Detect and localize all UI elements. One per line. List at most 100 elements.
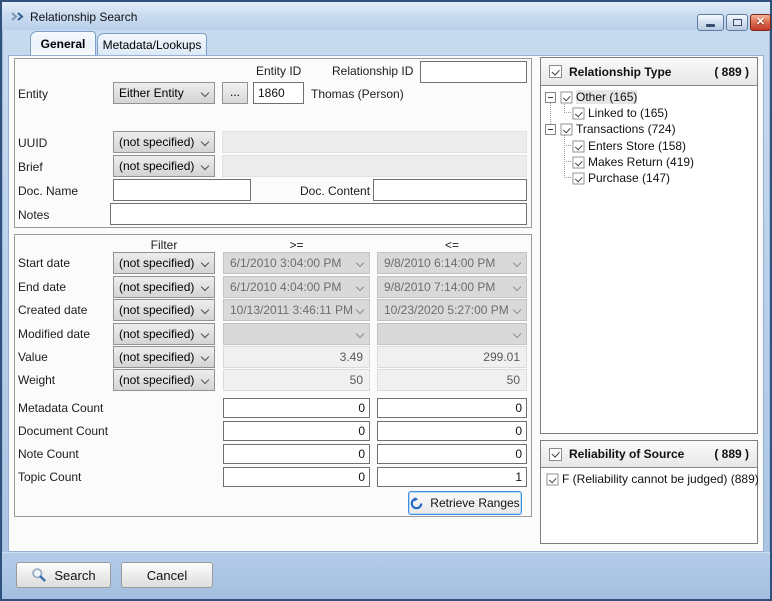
uuid-label: UUID xyxy=(18,136,47,150)
tree-checkbox[interactable] xyxy=(573,172,585,184)
entity-id-input[interactable] xyxy=(253,82,304,104)
search-button-label: Search xyxy=(54,568,95,583)
maximize-button[interactable] xyxy=(726,14,748,31)
chevron-down-icon xyxy=(201,353,209,361)
le-column-header: <= xyxy=(377,238,527,252)
reliability-item-f[interactable]: F (Reliability cannot be judged) (889) xyxy=(546,471,759,487)
tree-node-label[interactable]: Enters Store (158) xyxy=(588,139,686,153)
minimize-icon xyxy=(706,24,715,27)
filter-value: (not specified) xyxy=(119,303,194,317)
close-icon: ✕ xyxy=(756,15,765,30)
document-count-min-input[interactable] xyxy=(223,421,370,441)
tree-checkbox[interactable] xyxy=(573,140,585,152)
chevron-down-icon xyxy=(201,162,209,170)
end-date-filter-combo[interactable]: (not specified) xyxy=(113,276,215,298)
end-date-le-field: 9/8/2010 7:14:00 PM xyxy=(377,276,527,298)
retrieve-ranges-button[interactable]: Retrieve Ranges xyxy=(408,491,522,515)
doc-name-label: Doc. Name xyxy=(18,184,78,198)
weight-filter-combo[interactable]: (not specified) xyxy=(113,369,215,391)
retrieve-ranges-label: Retrieve Ranges xyxy=(430,496,519,510)
reliability-item-label[interactable]: F (Reliability cannot be judged) (889) xyxy=(562,472,759,486)
tab-general[interactable]: General xyxy=(30,31,96,55)
metadata-count-label: Metadata Count xyxy=(18,401,103,415)
start-date-le-field: 9/8/2010 6:14:00 PM xyxy=(377,252,527,274)
tree-node-enters-store[interactable]: Enters Store (158) xyxy=(572,138,686,154)
modified-date-label: Modified date xyxy=(18,327,90,341)
tree-node-label[interactable]: Linked to (165) xyxy=(588,106,668,120)
doc-content-input[interactable] xyxy=(373,179,527,201)
start-date-ge-field: 6/1/2010 3:04:00 PM xyxy=(223,252,370,274)
relationship-id-input[interactable] xyxy=(420,61,527,83)
end-date-ge-field: 6/1/2010 4:04:00 PM xyxy=(223,276,370,298)
minimize-button[interactable] xyxy=(697,14,724,31)
filter-value: (not specified) xyxy=(119,373,194,387)
cancel-button[interactable]: Cancel xyxy=(121,562,213,588)
tree-connector xyxy=(564,132,565,178)
tree-checkbox[interactable] xyxy=(561,91,573,103)
relationship-type-title: Relationship Type xyxy=(569,65,671,79)
brief-filter-value: (not specified) xyxy=(119,159,194,173)
chevron-down-icon xyxy=(513,330,521,338)
tree-node-label[interactable]: Transactions (724) xyxy=(576,122,676,136)
notes-input[interactable] xyxy=(110,203,527,225)
start-date-filter-combo[interactable]: (not specified) xyxy=(113,252,215,274)
tree-node-label[interactable]: Other (165) xyxy=(576,90,637,104)
metadata-count-min-input[interactable] xyxy=(223,398,370,418)
note-count-max-input[interactable] xyxy=(377,444,527,464)
tree-node-other[interactable]: Other (165) xyxy=(545,89,637,105)
value-filter-combo[interactable]: (not specified) xyxy=(113,346,215,368)
tree-node-purchase[interactable]: Purchase (147) xyxy=(572,170,670,186)
created-date-ge-field: 10/13/2011 3:46:11 PM xyxy=(223,299,370,321)
tree-connector xyxy=(564,145,571,146)
close-button[interactable]: ✕ xyxy=(750,14,771,31)
chevron-down-icon xyxy=(356,283,364,291)
modified-date-filter-combo[interactable]: (not specified) xyxy=(113,323,215,345)
tree-node-label[interactable]: Makes Return (419) xyxy=(588,155,694,169)
window-title: Relationship Search xyxy=(30,10,137,24)
relationship-search-window: Relationship Search ✕ General Metadata/L… xyxy=(0,0,772,601)
tree-node-label[interactable]: Purchase (147) xyxy=(588,171,670,185)
relationship-type-checkbox[interactable] xyxy=(549,65,562,78)
metadata-count-max-input[interactable] xyxy=(377,398,527,418)
reliability-header: Reliability of Source ( 889 ) xyxy=(541,441,757,468)
entity-browse-button[interactable]: ... xyxy=(222,82,248,104)
doc-name-input[interactable] xyxy=(113,179,251,201)
weight-ge-field: 50 xyxy=(223,369,370,391)
modified-date-le-field xyxy=(377,323,527,345)
topic-count-min-input[interactable] xyxy=(223,467,370,487)
chevron-down-icon xyxy=(356,259,364,267)
tree-checkbox[interactable] xyxy=(573,156,585,168)
topic-count-label: Topic Count xyxy=(18,470,81,484)
chevron-down-icon xyxy=(201,283,209,291)
value-label: Value xyxy=(18,350,48,364)
note-count-label: Note Count xyxy=(18,447,79,461)
document-count-label: Document Count xyxy=(18,424,108,438)
entity-name-text: Thomas (Person) xyxy=(311,87,404,101)
brief-input-disabled xyxy=(222,155,527,177)
brief-label: Brief xyxy=(18,160,43,174)
chevron-down-icon xyxy=(513,283,521,291)
tree-node-transactions[interactable]: Transactions (724) xyxy=(545,121,676,137)
tab-metadata-lookups[interactable]: Metadata/Lookups xyxy=(97,33,207,55)
tree-checkbox[interactable] xyxy=(561,123,573,135)
reliability-item-checkbox[interactable] xyxy=(547,473,559,485)
entity-combo[interactable]: Either Entity xyxy=(113,82,215,104)
tree-node-makes-return[interactable]: Makes Return (419) xyxy=(572,154,694,170)
created-date-filter-combo[interactable]: (not specified) xyxy=(113,299,215,321)
chevron-down-icon xyxy=(201,89,209,97)
entity-id-label: Entity ID xyxy=(256,64,301,78)
modified-date-ge-field xyxy=(223,323,370,345)
collapse-icon[interactable] xyxy=(545,124,556,135)
topic-count-max-input[interactable] xyxy=(377,467,527,487)
collapse-icon[interactable] xyxy=(545,92,556,103)
search-button[interactable]: Search xyxy=(16,562,111,588)
brief-filter-combo[interactable]: (not specified) xyxy=(113,155,215,177)
reliability-checkbox[interactable] xyxy=(549,448,562,461)
maximize-icon xyxy=(733,19,742,26)
document-count-max-input[interactable] xyxy=(377,421,527,441)
tree-checkbox[interactable] xyxy=(573,107,585,119)
note-count-min-input[interactable] xyxy=(223,444,370,464)
tree-node-linked-to[interactable]: Linked to (165) xyxy=(572,105,668,121)
uuid-filter-combo[interactable]: (not specified) xyxy=(113,131,215,153)
filter-value: (not specified) xyxy=(119,280,194,294)
